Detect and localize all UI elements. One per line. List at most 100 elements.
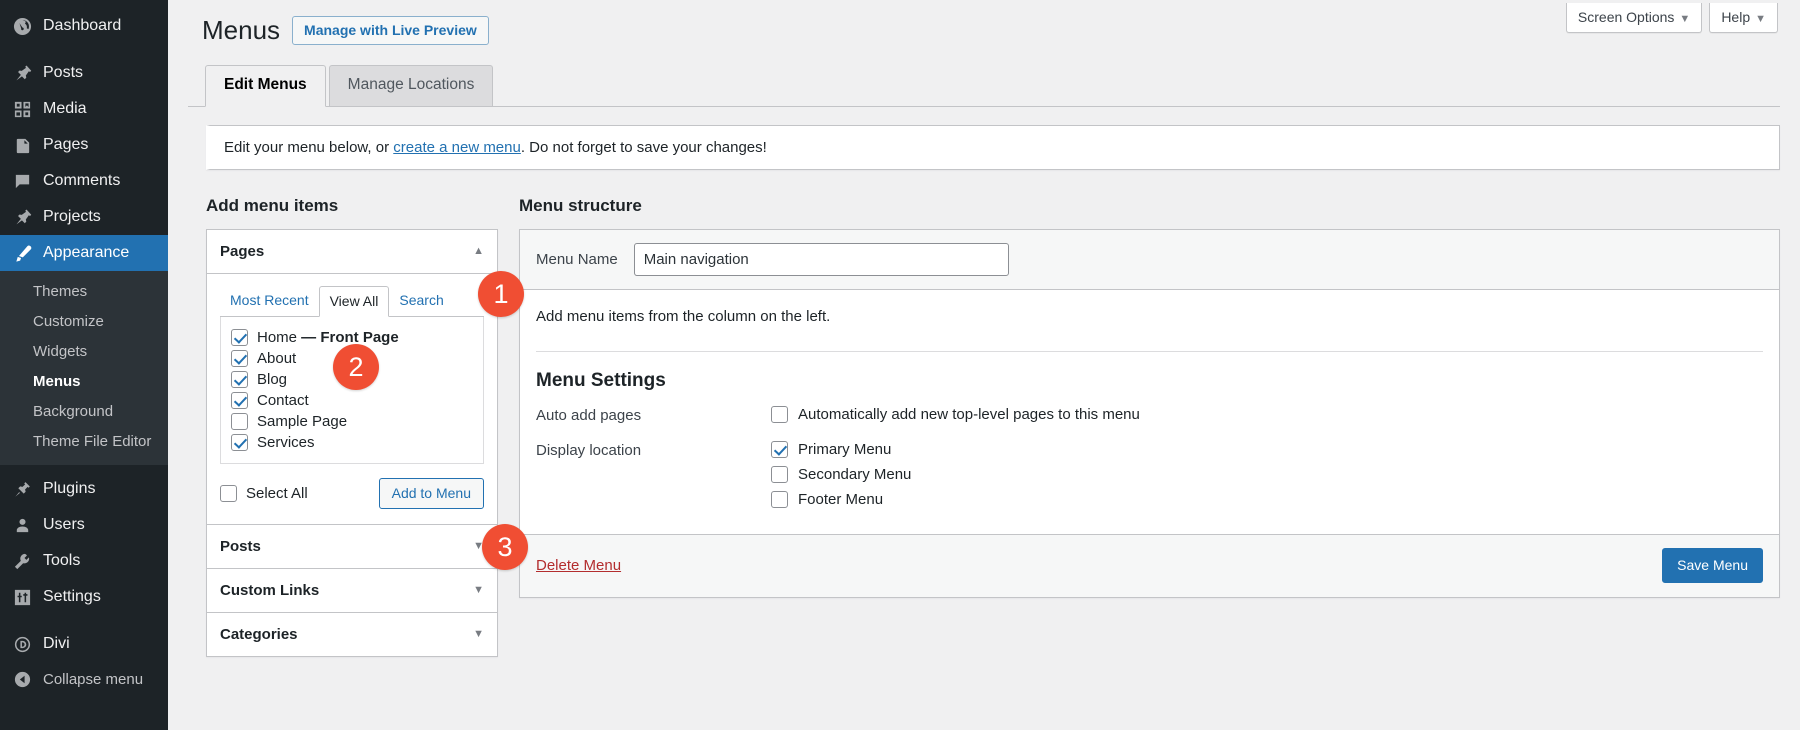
tab-manage-locations[interactable]: Manage Locations xyxy=(329,65,494,106)
sidebar-item-settings[interactable]: Settings xyxy=(0,579,168,615)
page-label-blog: Blog xyxy=(257,371,287,388)
sidebar-item-users[interactable]: Users xyxy=(0,507,168,543)
add-menu-items-panel: Pages ▲ Most Recent View All Search xyxy=(206,229,498,657)
page-checkbox-blog[interactable] xyxy=(231,371,248,388)
dashboard-icon xyxy=(10,16,34,36)
footer-menu-label: Footer Menu xyxy=(798,491,883,508)
sidebar-item-appearance[interactable]: Appearance xyxy=(0,235,168,271)
notice-text-after: . Do not forget to save your changes! xyxy=(521,139,767,156)
location-option-footer[interactable]: Footer Menu xyxy=(771,491,1763,508)
page-label-sample-page: Sample Page xyxy=(257,413,347,430)
sidebar-item-label: Settings xyxy=(43,588,101,606)
chevron-down-icon: ▼ xyxy=(473,584,484,596)
sidebar-item-label: Divi xyxy=(43,635,70,653)
accordion-header-posts[interactable]: Posts ▼ xyxy=(207,524,497,569)
sidebar-item-label: Appearance xyxy=(43,244,129,262)
pages-actions-row: Select All Add to Menu xyxy=(220,464,484,511)
delete-menu-link[interactable]: Delete Menu xyxy=(536,557,621,574)
sidebar-item-posts[interactable]: Posts xyxy=(0,55,168,91)
save-menu-button[interactable]: Save Menu xyxy=(1662,548,1763,583)
callout-badge-2: 2 xyxy=(333,344,379,390)
accordion-title: Pages xyxy=(220,243,264,260)
auto-add-pages-option[interactable]: Automatically add new top-level pages to… xyxy=(771,406,1763,423)
page-checkbox-contact[interactable] xyxy=(231,392,248,409)
pages-tab-most-recent[interactable]: Most Recent xyxy=(220,286,319,316)
sidebar-item-label: Pages xyxy=(43,136,88,154)
menu-name-input[interactable] xyxy=(634,243,1009,276)
accordion-header-pages[interactable]: Pages ▲ xyxy=(207,230,497,274)
sidebar-item-label: Plugins xyxy=(43,480,95,498)
sidebar-item-media[interactable]: Media xyxy=(0,91,168,127)
help-button[interactable]: Help▼ xyxy=(1709,3,1778,33)
page-checkbox-sample-page[interactable] xyxy=(231,413,248,430)
comments-icon xyxy=(10,171,34,191)
page-label-contact: Contact xyxy=(257,392,309,409)
auto-add-pages-options: Automatically add new top-level pages to… xyxy=(771,406,1763,431)
nav-tab-bar: Edit Menus Manage Locations xyxy=(205,65,1780,106)
pages-tab-search[interactable]: Search xyxy=(389,286,453,316)
collapse-arrow-icon xyxy=(10,670,34,689)
create-a-new-menu-link[interactable]: create a new menu xyxy=(393,139,521,156)
auto-add-pages-option-label: Automatically add new top-level pages to… xyxy=(798,406,1140,423)
page-header: Menus Manage with Live Preview xyxy=(188,0,1780,48)
page-title: Menus xyxy=(202,14,280,48)
sidebar-item-label: Posts xyxy=(43,64,83,82)
add-to-menu-button[interactable]: Add to Menu xyxy=(379,478,484,509)
manage-with-live-preview-button[interactable]: Manage with Live Preview xyxy=(292,16,489,45)
select-all-checkbox[interactable] xyxy=(220,485,237,502)
collapse-menu-button[interactable]: Collapse menu xyxy=(0,662,168,696)
sidebar-item-projects[interactable]: Projects xyxy=(0,199,168,235)
sidebar-item-divi[interactable]: Divi xyxy=(0,626,168,662)
location-option-secondary[interactable]: Secondary Menu xyxy=(771,466,1763,483)
sidebar-divider xyxy=(0,44,168,55)
submenu-item-widgets[interactable]: Widgets xyxy=(0,337,168,367)
screen-options-button[interactable]: Screen Options▼ xyxy=(1566,3,1702,33)
list-item[interactable]: Sample Page xyxy=(231,411,473,432)
sidebar-item-pages[interactable]: Pages xyxy=(0,127,168,163)
primary-menu-label: Primary Menu xyxy=(798,441,891,458)
tab-edit-menus[interactable]: Edit Menus xyxy=(205,65,326,107)
auto-add-pages-checkbox[interactable] xyxy=(771,406,788,423)
menu-name-row: Menu Name xyxy=(520,230,1779,290)
accordion-header-custom-links[interactable]: Custom Links ▼ xyxy=(207,569,497,613)
page-label-about: About xyxy=(257,350,296,367)
callout-badge-3: 3 xyxy=(482,524,528,570)
footer-menu-checkbox[interactable] xyxy=(771,491,788,508)
submenu-item-customize[interactable]: Customize xyxy=(0,307,168,337)
sidebar-item-plugins[interactable]: Plugins xyxy=(0,471,168,507)
chevron-down-icon: ▼ xyxy=(1679,13,1690,25)
menu-settings-title: Menu Settings xyxy=(536,370,1763,392)
page-checkbox-services[interactable] xyxy=(231,434,248,451)
secondary-menu-checkbox[interactable] xyxy=(771,466,788,483)
display-location-row: Display location Primary Menu Secondary … xyxy=(536,441,1763,516)
submenu-item-menus[interactable]: Menus xyxy=(0,367,168,397)
sidebar-item-tools[interactable]: Tools xyxy=(0,543,168,579)
list-item[interactable]: Contact xyxy=(231,390,473,411)
callout-badge-1: 1 xyxy=(478,271,524,317)
chevron-up-icon: ▲ xyxy=(473,245,484,257)
submenu-item-theme-file-editor[interactable]: Theme File Editor xyxy=(0,427,168,457)
sidebar-item-dashboard[interactable]: Dashboard xyxy=(0,8,168,44)
menu-structure-column: Menu structure Menu Name Add menu items … xyxy=(519,196,1780,657)
list-item[interactable]: Services xyxy=(231,432,473,453)
chevron-down-icon: ▼ xyxy=(1755,13,1766,25)
accordion-header-categories[interactable]: Categories ▼ xyxy=(207,613,497,656)
sidebar-item-comments[interactable]: Comments xyxy=(0,163,168,199)
sidebar-item-label: Users xyxy=(43,516,85,534)
display-location-options: Primary Menu Secondary Menu Footer Menu xyxy=(771,441,1763,516)
pages-checklist: Home — Front Page About Blog xyxy=(220,317,484,464)
pages-tab-view-all[interactable]: View All xyxy=(319,286,390,317)
page-checkbox-home[interactable] xyxy=(231,329,248,346)
page-checkbox-about[interactable] xyxy=(231,350,248,367)
brush-icon xyxy=(10,243,34,263)
pin-icon xyxy=(10,63,34,83)
secondary-menu-label: Secondary Menu xyxy=(798,466,911,483)
submenu-item-background[interactable]: Background xyxy=(0,397,168,427)
submenu-item-themes[interactable]: Themes xyxy=(0,277,168,307)
select-all-wrapper[interactable]: Select All xyxy=(220,485,308,502)
primary-menu-checkbox[interactable] xyxy=(771,441,788,458)
location-option-primary[interactable]: Primary Menu xyxy=(771,441,1763,458)
display-location-label: Display location xyxy=(536,441,771,516)
collapse-menu-label: Collapse menu xyxy=(43,671,143,688)
auto-add-pages-row: Auto add pages Automatically add new top… xyxy=(536,406,1763,431)
